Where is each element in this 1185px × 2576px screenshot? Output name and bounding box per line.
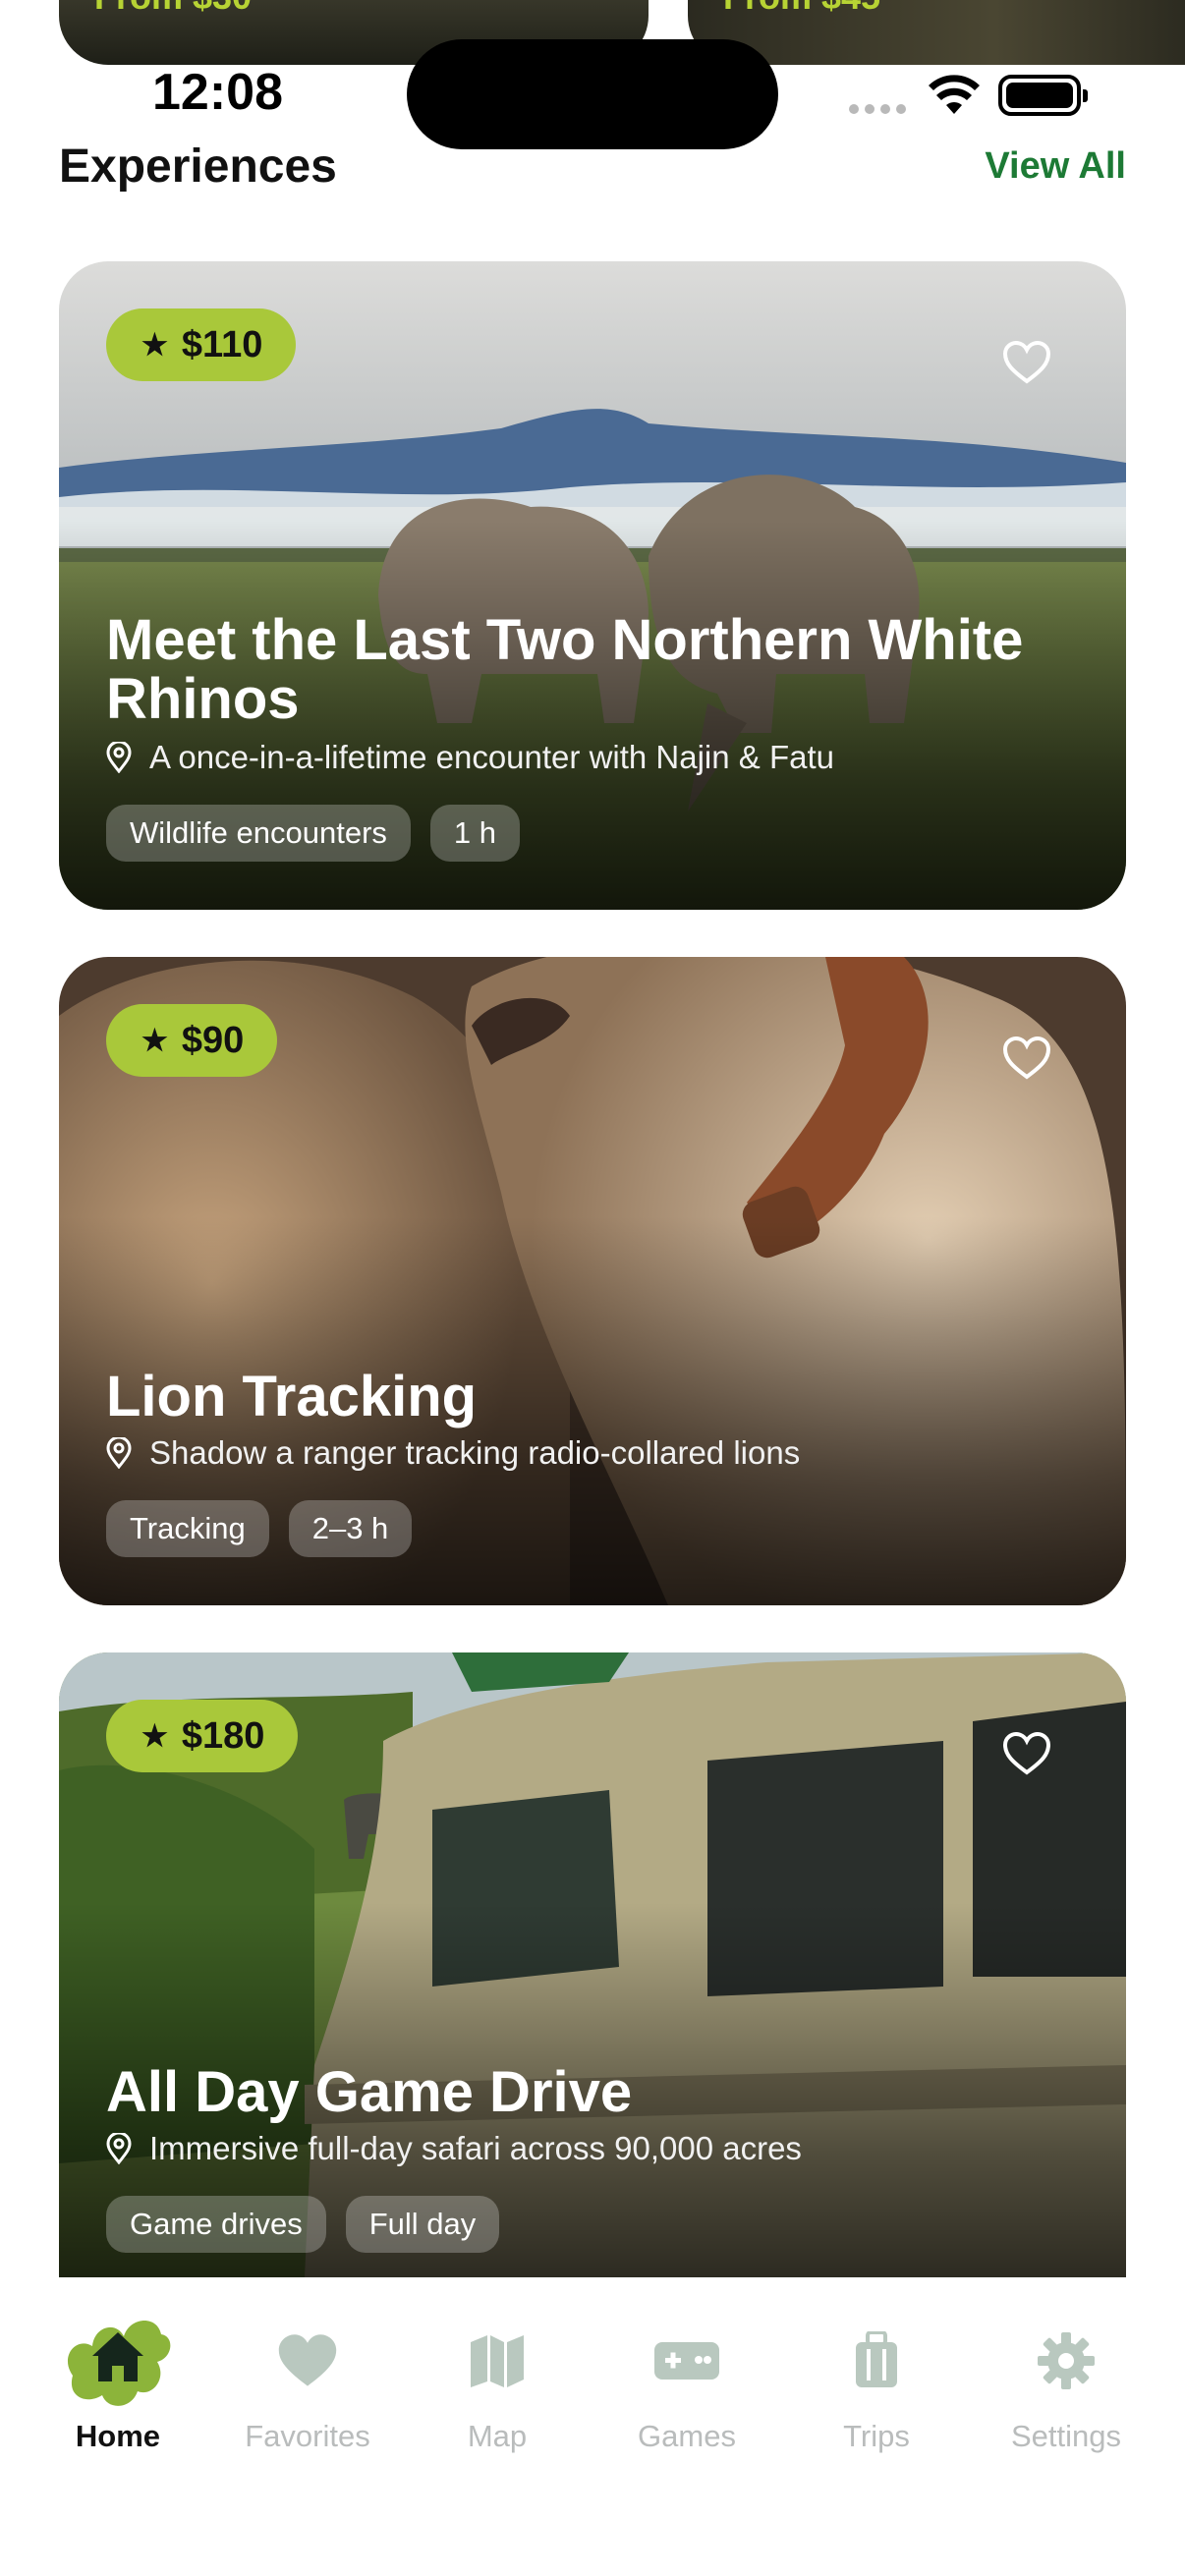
gamepad-icon: [654, 2342, 719, 2380]
experience-card[interactable]: ★ $110 Meet the Last Two Northern White …: [59, 261, 1126, 910]
gear-icon: [1038, 2332, 1095, 2389]
star-icon: ★: [141, 1024, 168, 1057]
card-title: Lion Tracking: [106, 1365, 478, 1428]
tag-list: Wildlife encounters 1 h: [106, 805, 521, 862]
section-title: Experiences: [59, 140, 337, 193]
price-value: $90: [181, 1019, 245, 1061]
tab-label: Settings: [1010, 2419, 1121, 2453]
tab-label: Home: [75, 2419, 161, 2453]
status-time: 12:08: [152, 64, 283, 121]
tab-home[interactable]: Home: [29, 2317, 206, 2454]
tab-settings[interactable]: Settings: [978, 2317, 1155, 2454]
subtitle-text: A once-in-a-lifetime encounter with Naji…: [149, 739, 834, 775]
card-subtitle: A once-in-a-lifetime encounter with Naji…: [106, 739, 834, 776]
location-pin-icon: [106, 2133, 132, 2164]
view-all-link[interactable]: View All: [985, 145, 1126, 188]
location-pin-icon: [106, 1437, 132, 1469]
price-from-label: From $30: [94, 0, 252, 18]
card-subtitle: Immersive full-day safari across 90,000 …: [106, 2130, 802, 2167]
price-badge: ★ $110: [106, 308, 297, 381]
category-tag: Tracking: [106, 1500, 269, 1557]
tab-trips[interactable]: Trips: [788, 2317, 965, 2454]
wifi-icon: [929, 75, 980, 114]
favorite-heart-icon[interactable]: [1002, 1731, 1051, 1776]
tab-label: Map: [467, 2419, 528, 2453]
subtitle-text: Shadow a ranger tracking radio-collared …: [149, 1434, 801, 1471]
price-value: $110: [181, 323, 263, 365]
star-icon: ★: [141, 328, 168, 362]
tab-favorites[interactable]: Favorites: [219, 2317, 396, 2454]
card-title: All Day Game Drive: [106, 2060, 633, 2124]
tab-label: Games: [638, 2419, 736, 2453]
location-pin-icon: [106, 742, 132, 773]
subtitle-text: Immersive full-day safari across 90,000 …: [149, 2130, 802, 2166]
experience-card[interactable]: ★ $90 Lion Tracking Shadow a ranger trac…: [59, 957, 1126, 1605]
home-icon: [67, 2320, 171, 2406]
price-badge: ★ $90: [106, 1004, 278, 1077]
screen: From $30 From $45 12:08 Experiences View…: [0, 0, 1185, 2576]
category-tag: Game drives: [106, 2196, 326, 2253]
tab-label: Favorites: [245, 2419, 370, 2453]
tab-map[interactable]: Map: [409, 2317, 586, 2454]
signal-icon: [849, 104, 908, 116]
category-tag: Wildlife encounters: [106, 805, 411, 862]
card-title: Meet the Last Two Northern White Rhinos: [106, 608, 1024, 731]
duration-tag: 2–3 h: [288, 1500, 413, 1557]
tag-list: Tracking 2–3 h: [106, 1500, 413, 1557]
favorite-heart-icon[interactable]: [1002, 1036, 1051, 1081]
duration-tag: Full day: [345, 2196, 500, 2253]
bottom-tab-bar: Home Favorites Map Games Trips Settings: [0, 2277, 1185, 2576]
tab-games[interactable]: Games: [598, 2317, 775, 2454]
tag-list: Game drives Full day: [106, 2196, 500, 2253]
duration-tag: 1 h: [429, 805, 521, 862]
price-badge: ★ $180: [106, 1700, 299, 1772]
price-from-label: From $45: [723, 0, 880, 18]
battery-icon: [998, 75, 1088, 116]
favorite-heart-icon[interactable]: [1002, 340, 1051, 385]
luggage-icon: [856, 2331, 897, 2387]
card-subtitle: Shadow a ranger tracking radio-collared …: [106, 1434, 800, 1472]
dynamic-island: [407, 39, 778, 149]
heart-icon: [278, 2334, 337, 2386]
star-icon: ★: [141, 1719, 168, 1753]
price-value: $180: [181, 1714, 265, 1757]
map-icon: [471, 2335, 524, 2387]
experience-card[interactable]: ★ $180 All Day Game Drive Immersive full…: [59, 1652, 1126, 2277]
tab-label: Trips: [843, 2419, 910, 2453]
